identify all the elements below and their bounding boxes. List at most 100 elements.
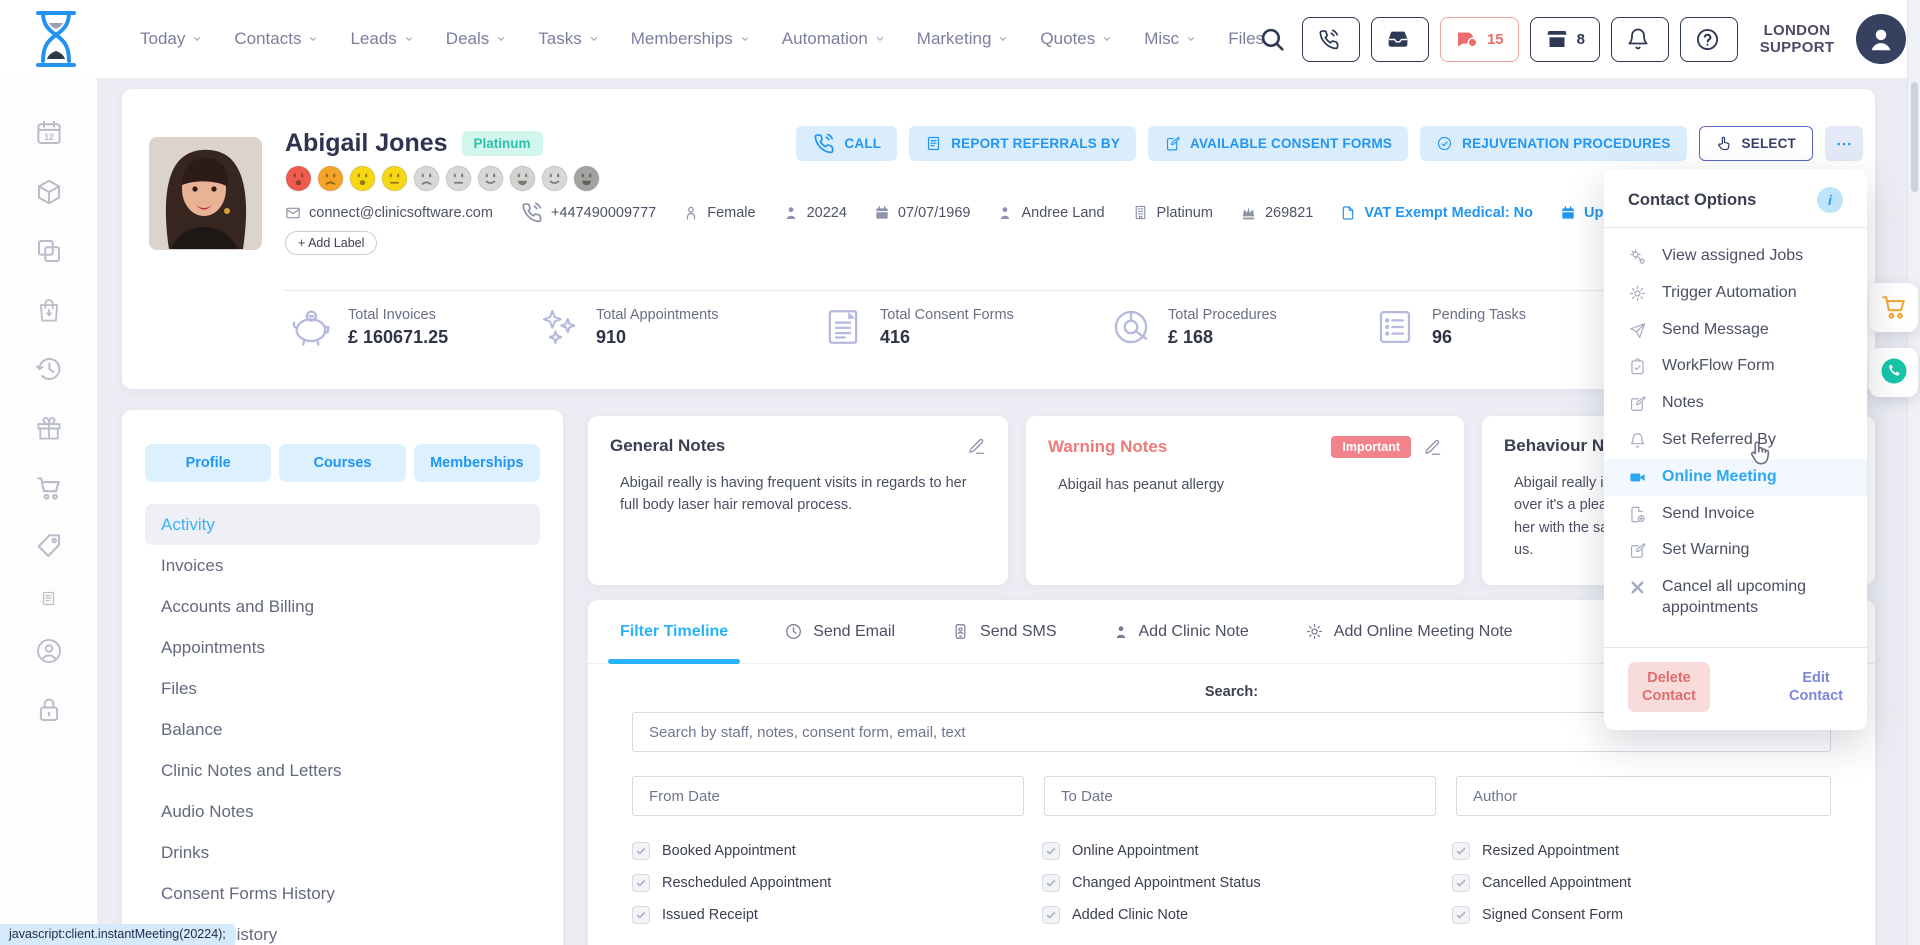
package-icon[interactable] (34, 177, 64, 207)
user-avatar[interactable] (1856, 14, 1906, 64)
tag-icon[interactable] (34, 531, 64, 561)
shop-button[interactable]: 8 (1530, 17, 1600, 62)
tab-profile[interactable]: Profile (145, 444, 271, 482)
menu-item-set-referred-by[interactable]: Set Referred By (1604, 422, 1867, 459)
checkbox-changed-appointment-status[interactable]: Changed Appointment Status (1042, 874, 1452, 892)
chat-button[interactable]: 15 (1440, 17, 1519, 62)
mood-face-icon[interactable] (285, 165, 312, 197)
author-input[interactable] (1456, 776, 1831, 816)
nav-misc[interactable]: Misc (1144, 29, 1196, 49)
clinic-logo-icon[interactable] (30, 9, 82, 69)
copy-icon[interactable] (34, 236, 64, 266)
nav-deals[interactable]: Deals (446, 29, 506, 49)
nav-marketing[interactable]: Marketing (917, 29, 1009, 49)
sidebar-item-activity[interactable]: Activity (145, 504, 540, 545)
checkbox-rescheduled-appointment[interactable]: Rescheduled Appointment (632, 874, 1042, 892)
mood-face-icon[interactable] (541, 165, 568, 197)
search-icon[interactable] (1259, 26, 1285, 52)
tab-send-sms[interactable]: Send SMS (951, 600, 1056, 663)
tab-courses[interactable]: Courses (279, 444, 405, 482)
checkbox-booked-appointment[interactable]: Booked Appointment (632, 842, 1042, 860)
mood-face-icon[interactable] (573, 165, 600, 197)
menu-item-send-invoice[interactable]: Send Invoice (1604, 496, 1867, 533)
shopping-bag-icon[interactable] (34, 295, 64, 325)
tab-filter-timeline[interactable]: Filter Timeline (620, 600, 728, 663)
available-consent-forms-button[interactable]: AVAILABLE CONSENT FORMS (1148, 126, 1408, 161)
info-andree-land: Andree Land (997, 205, 1104, 221)
to-date-input[interactable] (1044, 776, 1436, 816)
contact-card-icon[interactable] (34, 636, 64, 666)
profile-tabs: ProfileCoursesMemberships (145, 444, 540, 482)
sidebar-item-invoices[interactable]: Invoices (145, 545, 540, 586)
checkbox-issued-receipt[interactable]: Issued Receipt (632, 906, 1042, 924)
lock-icon[interactable] (34, 695, 64, 725)
tab-send-email[interactable]: Send Email (784, 600, 895, 663)
sidebar-item-drinks[interactable]: Drinks (145, 832, 540, 873)
phone-button[interactable] (1302, 17, 1360, 62)
floating-cart-icon[interactable] (1869, 283, 1918, 332)
mood-face-icon[interactable] (509, 165, 536, 197)
menu-item-view-assigned-jobs[interactable]: View assigned Jobs (1604, 238, 1867, 275)
checkbox-cancelled-appointment[interactable]: Cancelled Appointment (1452, 874, 1831, 892)
sidebar-item-files[interactable]: Files (145, 668, 540, 709)
nav-automation[interactable]: Automation (782, 29, 885, 49)
contact-photo[interactable] (149, 137, 262, 250)
sidebar-item-clinic-notes-and-letters[interactable]: Clinic Notes and Letters (145, 750, 540, 791)
rejuvenation-procedures-button[interactable]: REJUVENATION PROCEDURES (1420, 126, 1686, 161)
checkbox-signed-consent-form[interactable]: Signed Consent Form (1452, 906, 1831, 924)
nav-quotes[interactable]: Quotes (1040, 29, 1112, 49)
mood-face-icon[interactable] (317, 165, 344, 197)
edit-pencil-icon[interactable] (967, 437, 986, 456)
from-date-input[interactable] (632, 776, 1024, 816)
scrollbar[interactable] (1907, 0, 1920, 945)
menu-item-trigger-automation[interactable]: Trigger Automation (1604, 275, 1867, 312)
report-referrals-by-button[interactable]: REPORT REFERRALS BY (909, 126, 1136, 161)
mood-face-icon[interactable] (413, 165, 440, 197)
floating-whatsapp-icon[interactable] (1869, 348, 1918, 397)
edit-pencil-icon[interactable] (1423, 438, 1442, 457)
menu-item-send-message[interactable]: Send Message (1604, 312, 1867, 349)
add-label-button[interactable]: + Add Label (285, 231, 377, 255)
menu-item-online-meeting[interactable]: Online Meeting (1604, 459, 1867, 496)
sidebar-item-accounts-and-billing[interactable]: Accounts and Billing (145, 586, 540, 627)
mood-face-icon[interactable] (445, 165, 472, 197)
nav-tasks[interactable]: Tasks (538, 29, 598, 49)
more-options-button[interactable] (1825, 126, 1863, 161)
info-icon[interactable]: i (1817, 187, 1843, 213)
checkbox-added-clinic-note[interactable]: Added Clinic Note (1042, 906, 1452, 924)
history-icon[interactable] (34, 354, 64, 384)
checkbox-icon (1452, 906, 1470, 924)
menu-item-notes[interactable]: Notes (1604, 385, 1867, 422)
edit-contact-button[interactable]: EditContact (1789, 669, 1843, 705)
sidebar-item-appointments[interactable]: Appointments (145, 627, 540, 668)
mood-face-icon[interactable] (381, 165, 408, 197)
checkbox-online-appointment[interactable]: Online Appointment (1042, 842, 1452, 860)
nav-today[interactable]: Today (140, 29, 202, 49)
checkbox-resized-appointment[interactable]: Resized Appointment (1452, 842, 1831, 860)
bell-button[interactable] (1611, 17, 1669, 62)
cart-icon[interactable] (34, 472, 64, 502)
tab-add-clinic-note[interactable]: Add Clinic Note (1113, 600, 1249, 663)
sidebar-item-audio-notes[interactable]: Audio Notes (145, 791, 540, 832)
delete-contact-button[interactable]: DeleteContact (1628, 662, 1710, 712)
report-icon[interactable] (40, 590, 57, 607)
nav-memberships[interactable]: Memberships (631, 29, 750, 49)
nav-contacts[interactable]: Contacts (234, 29, 318, 49)
gift-icon[interactable] (34, 413, 64, 443)
menu-item-set-warning[interactable]: Set Warning (1604, 532, 1867, 569)
sidebar-item-consent-forms-history[interactable]: Consent Forms History (145, 873, 540, 914)
inbox-button[interactable] (1371, 17, 1429, 62)
select-button[interactable]: SELECT (1699, 126, 1813, 161)
menu-item-workflow-form[interactable]: WorkFlow Form (1604, 348, 1867, 385)
nav-leads[interactable]: Leads (350, 29, 413, 49)
call-button[interactable]: CALL (796, 126, 897, 161)
scrollbar-thumb[interactable] (1911, 82, 1918, 192)
mood-face-icon[interactable] (477, 165, 504, 197)
calendar-12-icon[interactable]: 12 (34, 118, 64, 148)
tab-add-online-meeting-note[interactable]: Add Online Meeting Note (1305, 600, 1513, 663)
mood-face-icon[interactable] (349, 165, 376, 197)
help-button[interactable] (1680, 17, 1738, 62)
sidebar-item-balance[interactable]: Balance (145, 709, 540, 750)
menu-item-cancel-all-upcoming-appointments[interactable]: Cancel all upcoming appointments (1604, 569, 1867, 627)
tab-memberships[interactable]: Memberships (414, 444, 540, 482)
